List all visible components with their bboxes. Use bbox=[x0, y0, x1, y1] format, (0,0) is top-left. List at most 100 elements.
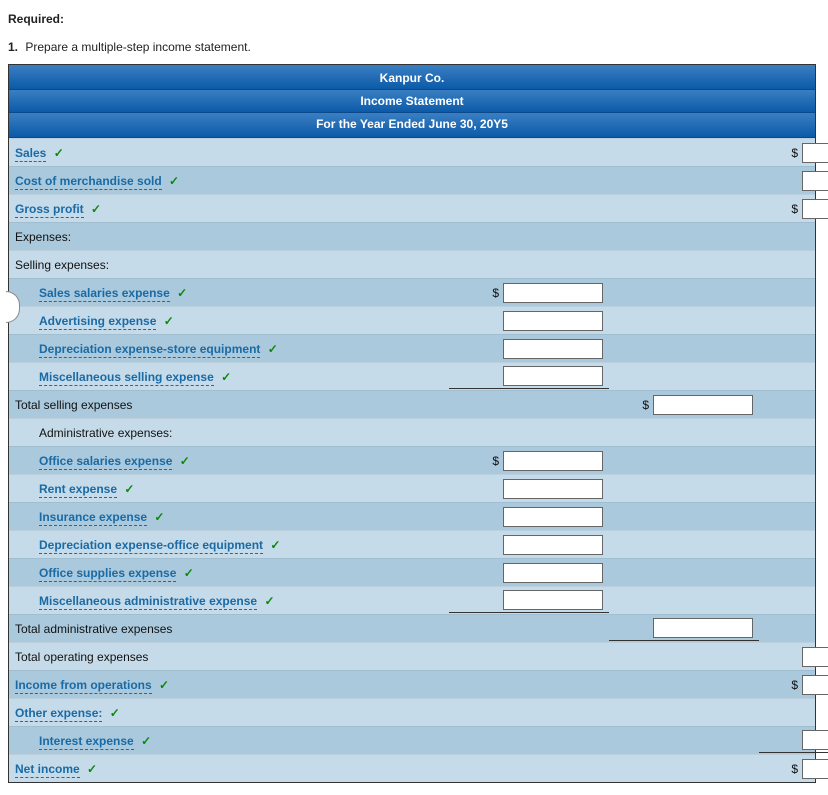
input-dep-office[interactable] bbox=[503, 535, 603, 555]
dollar-sign: $ bbox=[642, 398, 649, 412]
label-misc-selling: Miscellaneous selling expense ✓ bbox=[9, 366, 449, 388]
row-expenses: Expenses: bbox=[9, 222, 815, 250]
row-misc-admin: Miscellaneous administrative expense ✓ bbox=[9, 586, 815, 614]
input-income-ops[interactable] bbox=[802, 675, 828, 695]
label-expenses: Expenses: bbox=[9, 226, 449, 248]
input-dep-store[interactable] bbox=[503, 339, 603, 359]
label-total-operating: Total operating expenses bbox=[9, 646, 449, 668]
row-dep-store: Depreciation expense-store equipment ✓ bbox=[9, 334, 815, 362]
input-misc-selling[interactable] bbox=[503, 366, 603, 386]
input-insurance[interactable] bbox=[503, 507, 603, 527]
input-office-supplies[interactable] bbox=[503, 563, 603, 583]
input-total-operating[interactable] bbox=[802, 647, 828, 667]
check-icon: ✓ bbox=[54, 146, 64, 160]
header-period: For the Year Ended June 30, 20Y5 bbox=[9, 113, 815, 138]
label-sales: Sales ✓ bbox=[9, 142, 449, 164]
input-office-salaries[interactable] bbox=[503, 451, 603, 471]
input-interest[interactable] bbox=[802, 730, 828, 750]
input-total-selling[interactable] bbox=[653, 395, 753, 415]
link-interest[interactable]: Interest expense bbox=[39, 734, 134, 750]
dollar-sign: $ bbox=[791, 762, 798, 776]
label-selling-expenses: Selling expenses: bbox=[9, 254, 449, 276]
header-title: Income Statement bbox=[9, 90, 815, 113]
row-sales-salaries: Sales salaries expense ✓ $ bbox=[9, 278, 815, 306]
check-icon: ✓ bbox=[221, 370, 231, 384]
label-office-supplies: Office supplies expense ✓ bbox=[9, 562, 449, 584]
label-insurance: Insurance expense ✓ bbox=[9, 506, 449, 528]
label-advertising: Advertising expense ✓ bbox=[9, 310, 449, 332]
input-sales[interactable] bbox=[802, 143, 828, 163]
link-cogs[interactable]: Cost of merchandise sold bbox=[15, 174, 162, 190]
link-other-expense[interactable]: Other expense: bbox=[15, 706, 102, 722]
check-icon: ✓ bbox=[169, 174, 179, 188]
label-net-income: Net income ✓ bbox=[9, 758, 449, 780]
link-misc-selling[interactable]: Miscellaneous selling expense bbox=[39, 370, 214, 386]
check-icon: ✓ bbox=[91, 202, 101, 216]
row-total-operating: Total operating expenses bbox=[9, 642, 815, 670]
link-insurance[interactable]: Insurance expense bbox=[39, 510, 147, 526]
label-admin-expenses: Administrative expenses: bbox=[9, 422, 449, 444]
check-icon: ✓ bbox=[184, 566, 194, 580]
check-icon: ✓ bbox=[180, 454, 190, 468]
row-advertising: Advertising expense ✓ bbox=[9, 306, 815, 334]
row-net-income: Net income ✓ $ bbox=[9, 754, 815, 782]
link-office-salaries[interactable]: Office salaries expense bbox=[39, 454, 172, 470]
input-gross-profit[interactable] bbox=[802, 199, 828, 219]
label-sales-salaries: Sales salaries expense ✓ bbox=[9, 282, 449, 304]
row-office-supplies: Office supplies expense ✓ bbox=[9, 558, 815, 586]
row-total-admin: Total administrative expenses bbox=[9, 614, 815, 642]
label-gross-profit: Gross profit ✓ bbox=[9, 198, 449, 220]
dollar-sign: $ bbox=[791, 678, 798, 692]
input-misc-admin[interactable] bbox=[503, 590, 603, 610]
instruction-number: 1. bbox=[8, 40, 18, 54]
dollar-sign: $ bbox=[492, 454, 499, 468]
check-icon: ✓ bbox=[270, 538, 280, 552]
row-cogs: Cost of merchandise sold ✓ bbox=[9, 166, 815, 194]
input-rent[interactable] bbox=[503, 479, 603, 499]
row-misc-selling: Miscellaneous selling expense ✓ bbox=[9, 362, 815, 390]
input-sales-salaries[interactable] bbox=[503, 283, 603, 303]
row-income-ops: Income from operations ✓ $ bbox=[9, 670, 815, 698]
label-dep-store: Depreciation expense-store equipment ✓ bbox=[9, 338, 449, 360]
income-statement-worksheet: Kanpur Co. Income Statement For the Year… bbox=[8, 64, 816, 783]
check-icon: ✓ bbox=[264, 594, 274, 608]
label-total-admin: Total administrative expenses bbox=[9, 618, 449, 640]
link-dep-store[interactable]: Depreciation expense-store equipment bbox=[39, 342, 260, 358]
input-total-admin[interactable] bbox=[653, 618, 753, 638]
label-total-selling: Total selling expenses bbox=[9, 394, 449, 416]
required-heading: Required: bbox=[8, 12, 820, 26]
input-advertising[interactable] bbox=[503, 311, 603, 331]
link-rent[interactable]: Rent expense bbox=[39, 482, 117, 498]
dollar-sign: $ bbox=[791, 202, 798, 216]
row-rent: Rent expense ✓ bbox=[9, 474, 815, 502]
row-selling-expenses: Selling expenses: bbox=[9, 250, 815, 278]
link-net-income[interactable]: Net income bbox=[15, 762, 80, 778]
check-icon: ✓ bbox=[177, 286, 187, 300]
check-icon: ✓ bbox=[159, 678, 169, 692]
label-income-ops: Income from operations ✓ bbox=[9, 674, 449, 696]
row-admin-expenses: Administrative expenses: bbox=[9, 418, 815, 446]
link-office-supplies[interactable]: Office supplies expense bbox=[39, 566, 176, 582]
link-sales[interactable]: Sales bbox=[15, 146, 46, 162]
header-company: Kanpur Co. bbox=[9, 65, 815, 90]
check-icon: ✓ bbox=[141, 734, 151, 748]
row-dep-office: Depreciation expense-office equipment ✓ bbox=[9, 530, 815, 558]
input-net-income[interactable] bbox=[802, 759, 828, 779]
label-other-expense: Other expense: ✓ bbox=[9, 702, 449, 724]
link-income-ops[interactable]: Income from operations bbox=[15, 678, 152, 694]
check-icon: ✓ bbox=[110, 706, 120, 720]
link-gross-profit[interactable]: Gross profit bbox=[15, 202, 84, 218]
label-office-salaries: Office salaries expense ✓ bbox=[9, 450, 449, 472]
dollar-sign: $ bbox=[791, 146, 798, 160]
label-rent: Rent expense ✓ bbox=[9, 478, 449, 500]
label-misc-admin: Miscellaneous administrative expense ✓ bbox=[9, 590, 449, 612]
row-interest: Interest expense ✓ bbox=[9, 726, 815, 754]
check-icon: ✓ bbox=[87, 762, 97, 776]
link-sales-salaries[interactable]: Sales salaries expense bbox=[39, 286, 170, 302]
instruction-text: Prepare a multiple-step income statement… bbox=[25, 40, 250, 54]
check-icon: ✓ bbox=[164, 314, 174, 328]
link-advertising[interactable]: Advertising expense bbox=[39, 314, 156, 330]
input-cogs[interactable] bbox=[802, 171, 828, 191]
link-dep-office[interactable]: Depreciation expense-office equipment bbox=[39, 538, 263, 554]
link-misc-admin[interactable]: Miscellaneous administrative expense bbox=[39, 594, 257, 610]
